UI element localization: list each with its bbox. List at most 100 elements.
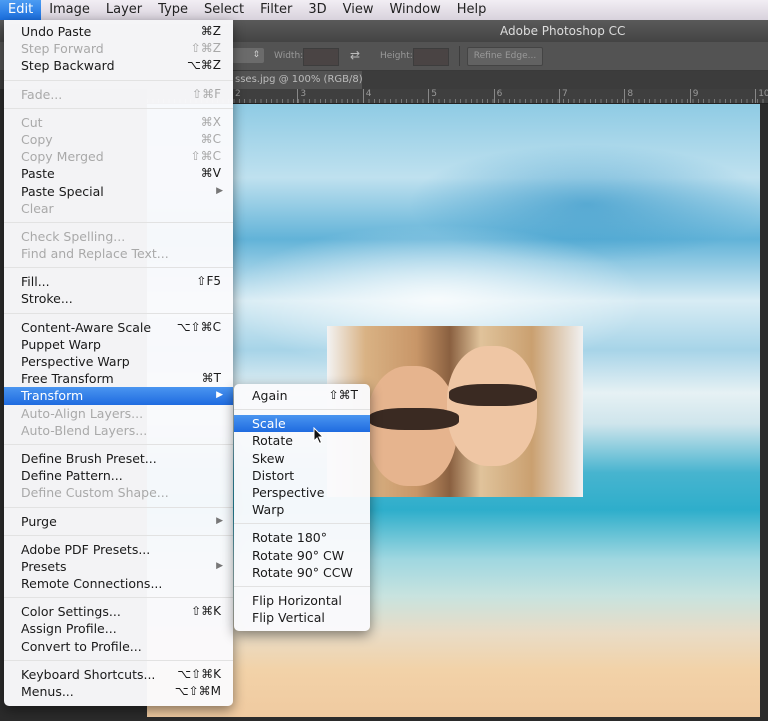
menu-item-label: Perspective Warp xyxy=(21,354,130,369)
menu-item-label: Define Brush Preset... xyxy=(21,450,157,466)
edit-menu-item-remote-connections[interactable]: Remote Connections... xyxy=(4,575,233,592)
menu-item-label: Content-Aware Scale xyxy=(21,319,152,335)
menu-item-label: Distort xyxy=(252,467,295,483)
menu-item-label: Copy Merged xyxy=(21,149,104,165)
menu-separator xyxy=(4,221,233,223)
app-title: Adobe Photoshop CC xyxy=(500,24,626,38)
shortcut-label: ⇧⌘C xyxy=(190,149,221,164)
edit-menu-item-keyboard-shortcuts[interactable]: Keyboard Shortcuts... ⌥⇧⌘K xyxy=(4,666,233,683)
width-label: Width: xyxy=(274,51,304,61)
menu-item-label: Define Pattern... xyxy=(21,468,123,484)
edit-menu-item-puppet-warp[interactable]: Puppet Warp xyxy=(4,336,233,353)
ruler-tick-label: 3 xyxy=(297,89,306,103)
edit-menu-item-convert-to-profile[interactable]: Convert to Profile... xyxy=(4,638,233,655)
height-field[interactable] xyxy=(413,48,449,66)
edit-menu-item-fill[interactable]: Fill... ⇧F5 xyxy=(4,273,233,290)
refine-edge-button[interactable]: Refine Edge... xyxy=(467,47,543,66)
menu-select[interactable]: Select xyxy=(196,0,252,20)
submenu-arrow-icon: ▶ xyxy=(216,515,223,526)
edit-menu-item-menus[interactable]: Menus... ⌥⇧⌘M xyxy=(4,683,233,700)
transform-item-rotate[interactable]: Rotate xyxy=(234,432,370,449)
menu-separator xyxy=(4,534,233,536)
menu-layer[interactable]: Layer xyxy=(98,0,150,20)
menu-item-label: Assign Profile... xyxy=(21,621,117,637)
sunglasses-left xyxy=(369,408,459,430)
edit-menu-item-adobe-pdf-presets[interactable]: Adobe PDF Presets... xyxy=(4,541,233,558)
edit-menu-item-paste[interactable]: Paste ⌘V xyxy=(4,165,233,182)
edit-menu-item-undo-paste[interactable]: Undo Paste ⌘Z xyxy=(4,23,233,40)
menu-type[interactable]: Type xyxy=(150,0,196,20)
canvas-right-edge xyxy=(760,104,768,721)
edit-menu-item-stroke[interactable]: Stroke... xyxy=(4,290,233,307)
menu-item-label: Keyboard Shortcuts... xyxy=(21,666,156,682)
transform-item-flip-horizontal[interactable]: Flip Horizontal xyxy=(234,592,370,609)
menu-3d[interactable]: 3D xyxy=(300,0,334,20)
menu-item-label: Purge xyxy=(21,513,57,529)
menu-item-label: Define Custom Shape... xyxy=(21,485,169,501)
shortcut-label: ⌘X xyxy=(200,114,221,129)
document-tab[interactable]: sses.jpg @ 100% (RGB/8) * xyxy=(230,71,362,89)
edit-menu-item-define-brush-preset[interactable]: Define Brush Preset... xyxy=(4,450,233,467)
menu-edit[interactable]: Edit xyxy=(0,0,42,20)
transform-item-rotate-90-cw[interactable]: Rotate 90° CW xyxy=(234,547,370,564)
menu-item-label: Skew xyxy=(252,450,285,466)
width-field[interactable] xyxy=(303,48,339,66)
edit-menu: Undo Paste ⌘Z Step Forward ⇧⌘Z Step Backward… xyxy=(4,20,233,707)
menu-item-label: Step Backward xyxy=(21,58,115,74)
edit-menu-item-copy-merged: Copy Merged ⇧⌘C xyxy=(4,148,233,165)
options-divider xyxy=(459,46,460,66)
transform-item-flip-vertical[interactable]: Flip Vertical xyxy=(234,609,370,626)
edit-menu-item-assign-profile[interactable]: Assign Profile... xyxy=(4,620,233,637)
edit-menu-item-presets[interactable]: Presets ▶ xyxy=(4,558,233,575)
edit-menu-item-define-pattern[interactable]: Define Pattern... xyxy=(4,467,233,484)
edit-menu-item-auto-align-layers: Auto-Align Layers... xyxy=(4,405,233,422)
mouse-pointer-icon xyxy=(313,427,325,445)
edit-menu-item-step-backward[interactable]: Step Backward ⌥⌘Z xyxy=(4,57,233,74)
menu-item-label: Menus... xyxy=(21,684,74,699)
edit-menu-item-color-settings[interactable]: Color Settings... ⇧⌘K xyxy=(4,603,233,620)
shortcut-label: ⇧F5 xyxy=(196,274,221,289)
edit-menu-item-free-transform[interactable]: Free Transform ⌘T xyxy=(4,370,233,387)
menu-help[interactable]: Help xyxy=(449,0,495,20)
transform-item-perspective[interactable]: Perspective xyxy=(234,484,370,501)
menu-separator xyxy=(4,107,233,109)
menu-window[interactable]: Window xyxy=(381,0,448,20)
shortcut-label: ⇧⌘K xyxy=(191,604,221,619)
shortcut-label: ⌥⌘Z xyxy=(186,58,221,73)
transform-item-warp[interactable]: Warp xyxy=(234,501,370,518)
menu-separator xyxy=(4,443,233,445)
menu-separator xyxy=(234,523,370,525)
transform-item-scale[interactable]: Scale xyxy=(234,415,370,433)
canvas-bottom-edge xyxy=(0,717,768,721)
edit-menu-item-purge[interactable]: Purge ▶ xyxy=(4,513,233,530)
menu-view[interactable]: View xyxy=(335,0,382,20)
menu-item-label: Fade... xyxy=(21,86,63,102)
menu-separator xyxy=(4,597,233,599)
transform-item-rotate-180[interactable]: Rotate 180° xyxy=(234,529,370,546)
transform-item-again[interactable]: Again ⇧⌘T xyxy=(234,387,370,404)
style-select[interactable]: ⇕ xyxy=(232,48,264,63)
menu-item-label: Auto-Align Layers... xyxy=(21,405,144,421)
edit-menu-item-paste-special[interactable]: Paste Special ▶ xyxy=(4,183,233,200)
edit-menu-item-perspective-warp[interactable]: Perspective Warp xyxy=(4,353,233,370)
transform-item-distort[interactable]: Distort xyxy=(234,467,370,484)
menu-image[interactable]: Image xyxy=(41,0,98,20)
menu-item-label: Cut xyxy=(21,114,43,130)
transform-submenu: Again ⇧⌘T Scale Rotate Skew Distort Perspectiv… xyxy=(234,384,370,632)
transform-item-rotate-90-ccw[interactable]: Rotate 90° CCW xyxy=(234,564,370,581)
menu-item-label: Perspective xyxy=(252,484,325,500)
ruler-tick-label: 10 xyxy=(755,89,768,103)
menu-separator xyxy=(4,79,233,81)
shortcut-label: ⌥⇧⌘M xyxy=(174,684,221,698)
shortcut-label: ⇧⌘Z xyxy=(190,41,221,56)
edit-menu-item-transform[interactable]: Transform ▶ xyxy=(4,387,233,405)
swap-arrows-icon[interactable]: ⇄ xyxy=(350,48,360,62)
edit-menu-item-check-spelling: Check Spelling... xyxy=(4,228,233,245)
edit-menu-item-find-and-replace-text: Find and Replace Text... xyxy=(4,245,233,262)
edit-menu-item-content-aware-scale[interactable]: Content-Aware Scale ⌥⇧⌘C xyxy=(4,319,233,336)
menu-item-label: Adobe PDF Presets... xyxy=(21,541,151,557)
transform-item-skew[interactable]: Skew xyxy=(234,450,370,467)
menu-item-label: Paste Special xyxy=(21,183,104,199)
ruler-tick-label: 7 xyxy=(559,89,568,103)
menu-filter[interactable]: Filter xyxy=(252,0,300,20)
